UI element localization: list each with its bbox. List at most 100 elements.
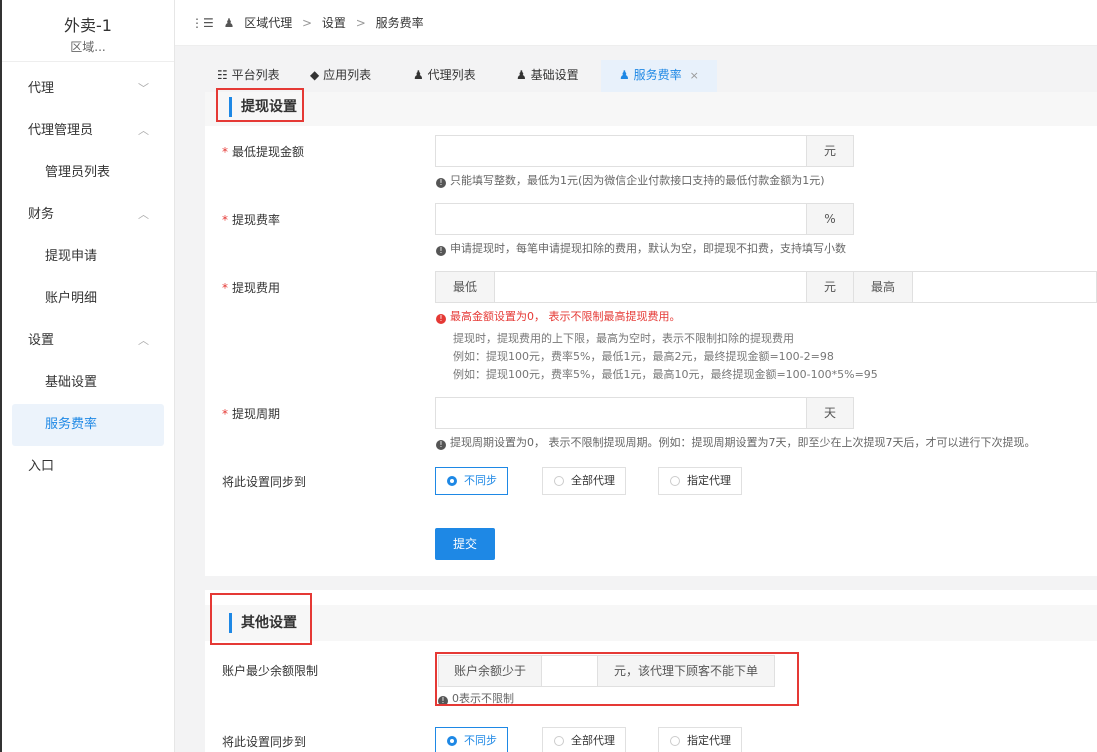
radio-label: 全部代理 <box>571 734 615 747</box>
tab-label: 代理列表 <box>427 68 476 82</box>
unit-addon: 天 <box>806 397 854 429</box>
sidebar-item-admin-list[interactable]: 管理员列表 <box>2 152 174 194</box>
users-icon: ♟ <box>223 16 235 30</box>
submit-button[interactable]: 提交 <box>435 528 495 560</box>
fee-low-input[interactable] <box>494 271 807 303</box>
required-mark: * <box>222 213 228 227</box>
sync-label: 将此设置同步到 <box>222 735 307 749</box>
required-mark: * <box>222 407 228 421</box>
fee-desc-2: 例如：提现100元，费率5%，最低1元，最高2元，最终提现金额=100-2=98 <box>453 350 834 363</box>
radio-label: 不同步 <box>464 474 497 487</box>
field-label: 提现费用 <box>232 281 281 295</box>
menu-toggle-icon[interactable]: ⋮☰ <box>191 16 214 30</box>
radio-dot <box>447 476 457 486</box>
tab-basic-settings[interactable]: ♟ 基础设置 <box>516 60 579 92</box>
users-icon: ♟ <box>516 68 527 82</box>
sidebar-item-agent-admin[interactable]: 代理管理员 ︿ <box>2 110 174 152</box>
min-amount-hint: ! 只能填写整数，最低为1元(因为微信企业付款接口支持的最低付款金额为1元) <box>436 172 825 188</box>
hint-text: 只能填写整数，最低为1元(因为微信企业付款接口支持的最低付款金额为1元) <box>450 174 825 187</box>
required-mark: * <box>222 281 228 295</box>
radio-dot <box>670 736 680 746</box>
info-icon: ! <box>436 178 446 188</box>
highlight-box <box>435 652 799 706</box>
rate-input[interactable] <box>435 203 807 235</box>
sidebar-item-account-details[interactable]: 账户明细 <box>2 278 174 320</box>
highlight-box <box>210 593 312 645</box>
hint-text: 申请提现时，每笔申请提现扣除的费用，默认为空，即提现不扣费，支持填写小数 <box>450 242 846 255</box>
radio-dot <box>447 736 457 746</box>
field-label: 最低提现金额 <box>232 145 305 159</box>
chevron-up-icon: ︿ <box>138 334 149 347</box>
users-icon: ♟ <box>619 68 630 82</box>
required-mark: * <box>222 145 228 159</box>
tab-service-rate[interactable]: ♟ 服务费率 × <box>601 60 717 92</box>
sidebar-item-label: 代理管理员 <box>28 123 94 138</box>
radio-all-agents[interactable]: 全部代理 <box>542 467 626 495</box>
radio-label: 不同步 <box>464 734 497 747</box>
fee-label: * 提现费用 <box>222 279 280 296</box>
period-label: * 提现周期 <box>222 405 280 422</box>
chevron-up-icon: ︿ <box>138 208 149 221</box>
sidebar-item-label: 设置 <box>28 333 55 348</box>
sidebar-item-withdraw-requests[interactable]: 提现申请 <box>2 236 174 278</box>
sidebar-item-label: 代理 <box>28 81 55 96</box>
period-input[interactable] <box>435 397 807 429</box>
field-label: 提现费率 <box>232 213 281 227</box>
radio-specific-agents[interactable]: 指定代理 <box>658 467 742 495</box>
field-label: 提现周期 <box>232 407 281 421</box>
radio-no-sync[interactable]: 不同步 <box>435 467 508 495</box>
radio-no-sync[interactable]: 不同步 <box>435 727 508 752</box>
brand: 外卖-1 区域... <box>2 0 174 62</box>
top-bar: ⋮☰ ♟ 区域代理 > 设置 > 服务费率 <box>175 0 1097 46</box>
tab-agent-list[interactable]: ♟ 代理列表 <box>413 60 476 92</box>
unit-addon: 元 <box>806 135 854 167</box>
sidebar-item-basic-settings[interactable]: 基础设置 <box>2 362 174 404</box>
unit-addon: 元 <box>806 271 854 303</box>
fee-high-input[interactable] <box>912 271 1097 303</box>
apps-icon: ◆ <box>310 68 320 82</box>
info-icon: ! <box>436 246 446 256</box>
radio-all-agents[interactable]: 全部代理 <box>542 727 626 752</box>
error-icon: ! <box>436 314 446 324</box>
sidebar-item-agent[interactable]: 代理 ﹀ <box>2 68 174 110</box>
fee-high-addon: 最高 <box>853 271 913 303</box>
radio-label: 指定代理 <box>687 734 731 747</box>
chevron-down-icon: ﹀ <box>138 82 149 95</box>
sidebar-item-finance[interactable]: 财务 ︿ <box>2 194 174 236</box>
app-title: 外卖-1 <box>64 16 112 35</box>
highlight-box <box>216 88 304 122</box>
radio-label: 指定代理 <box>687 474 731 487</box>
fee-error-hint: ! 最高金额设置为0， 表示不限制最高提现费用。 <box>436 308 681 324</box>
users-icon: ♟ <box>413 68 424 82</box>
tab-label: 服务费率 <box>633 68 682 82</box>
breadcrumb-item-region-agent[interactable]: 区域代理 <box>244 16 292 30</box>
rate-label: * 提现费率 <box>222 211 280 228</box>
list-icon: ☷ <box>217 68 228 82</box>
radio-specific-agents[interactable]: 指定代理 <box>658 727 742 752</box>
radio-dot <box>670 476 680 486</box>
info-icon: ! <box>436 440 446 450</box>
withdraw-section-header: 提现设置 <box>205 92 1097 126</box>
breadcrumb-separator: > <box>355 16 366 30</box>
fee-desc-1: 提现时，提现费用的上下限，最高为空时，表示不限制扣除的提现费用 <box>453 332 794 345</box>
close-icon[interactable]: × <box>690 69 699 82</box>
sidebar-item-label: 财务 <box>28 207 55 222</box>
unit-addon: % <box>806 203 854 235</box>
radio-dot <box>554 736 564 746</box>
chevron-up-icon: ︿ <box>138 124 149 137</box>
tab-app-list[interactable]: ◆ 应用列表 <box>310 60 371 92</box>
breadcrumb-item-service-rate: 服务费率 <box>375 16 424 30</box>
sidebar-item-service-rate[interactable]: 服务费率 <box>12 404 164 446</box>
fee-desc-3: 例如：提现100元，费率5%，最低1元，最高10元，最终提现金额=100-100… <box>453 368 878 381</box>
tab-label: 应用列表 <box>323 68 372 82</box>
sidebar-item-settings[interactable]: 设置 ︿ <box>2 320 174 362</box>
min-amount-label: * 最低提现金额 <box>222 143 304 160</box>
breadcrumb-item-settings[interactable]: 设置 <box>322 16 346 30</box>
min-amount-input[interactable] <box>435 135 807 167</box>
sidebar-item-entry[interactable]: 入口 <box>2 446 174 488</box>
breadcrumb: ⋮☰ ♟ 区域代理 > 设置 > 服务费率 <box>191 14 424 31</box>
sidebar-item-label: 入口 <box>28 459 55 474</box>
sync-label: 将此设置同步到 <box>222 475 307 489</box>
fee-low-addon: 最低 <box>435 271 495 303</box>
radio-label: 全部代理 <box>571 474 615 487</box>
